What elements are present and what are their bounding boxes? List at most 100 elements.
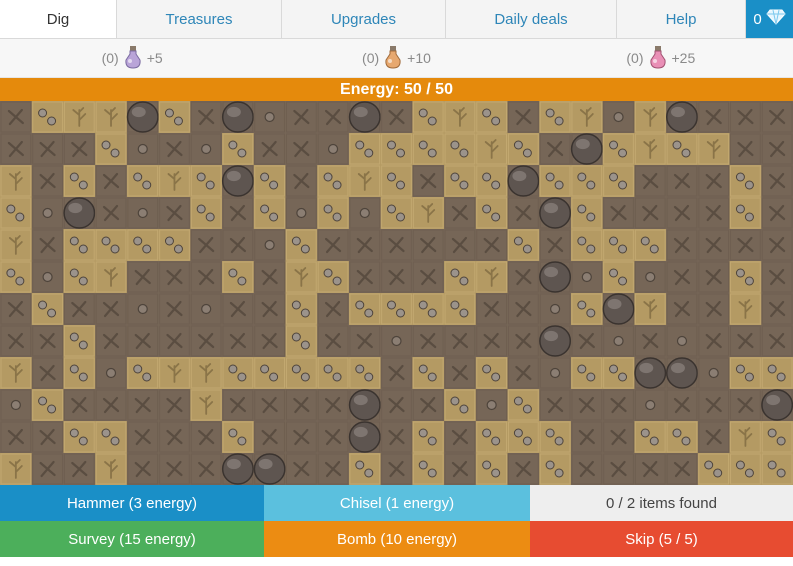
tile-sand-fossil[interactable]: [475, 261, 509, 294]
tile-boulder[interactable]: [539, 261, 572, 294]
tile-dirt-crack[interactable]: [222, 293, 255, 326]
tile-dirt-crack[interactable]: [507, 357, 540, 390]
tile-sand-pebbles[interactable]: [475, 165, 509, 198]
tile-sand-pebbles[interactable]: [444, 389, 477, 422]
tile-sand-fossil[interactable]: [190, 389, 223, 422]
tile-sand-fossil[interactable]: [348, 165, 382, 198]
tile-sand-pebbles[interactable]: [317, 261, 350, 294]
tile-dirt-crack[interactable]: [761, 165, 793, 198]
tile-dirt-crack[interactable]: [158, 421, 191, 454]
tile-dirt-crack[interactable]: [190, 101, 223, 134]
tile-sand-fossil[interactable]: [158, 357, 191, 390]
tile-dirt-pebble[interactable]: [126, 133, 160, 166]
tile-sand-pebbles[interactable]: [63, 229, 96, 262]
tile-dirt-crack[interactable]: [697, 389, 731, 422]
tile-sand-pebbles[interactable]: [570, 165, 604, 198]
tile-sand-fossil[interactable]: [444, 101, 477, 134]
tile-boulder[interactable]: [221, 165, 255, 198]
tile-dirt-crack[interactable]: [285, 165, 318, 198]
tile-dirt-crack[interactable]: [666, 165, 699, 198]
tile-sand-fossil[interactable]: [634, 101, 667, 134]
tile-sand-pebbles[interactable]: [602, 261, 635, 294]
tile-dirt-crack[interactable]: [412, 261, 445, 294]
tile-boulder[interactable]: [348, 421, 382, 454]
tile-dirt-pebble[interactable]: [570, 261, 604, 294]
tile-boulder[interactable]: [221, 101, 255, 134]
tile-sand-pebbles[interactable]: [222, 357, 255, 390]
tile-dirt-crack[interactable]: [666, 389, 699, 422]
tile-dirt-crack[interactable]: [475, 293, 509, 326]
skip-button[interactable]: Skip (5 / 5): [530, 521, 793, 557]
tile-dirt-pebble[interactable]: [126, 197, 160, 230]
tile-dirt-crack[interactable]: [380, 421, 413, 454]
tile-sand-fossil[interactable]: [95, 453, 128, 485]
tile-dirt-crack[interactable]: [412, 325, 445, 358]
tab-daily-deals[interactable]: Daily deals: [446, 0, 617, 38]
tab-help[interactable]: Help: [617, 0, 746, 38]
tile-dirt-crack[interactable]: [31, 453, 64, 485]
tile-boulder[interactable]: [253, 453, 286, 485]
tile-dirt-crack[interactable]: [285, 421, 318, 454]
tile-dirt-crack[interactable]: [190, 453, 223, 485]
tile-dirt-crack[interactable]: [634, 197, 667, 230]
tile-dirt-crack[interactable]: [412, 229, 445, 262]
tile-dirt-crack[interactable]: [380, 453, 413, 485]
tile-sand-pebbles[interactable]: [285, 293, 318, 326]
tile-dirt-pebble[interactable]: [190, 293, 223, 326]
tile-dirt-crack[interactable]: [697, 229, 731, 262]
tile-sand-pebbles[interactable]: [63, 421, 96, 454]
tile-sand-fossil[interactable]: [95, 261, 128, 294]
tile-dirt-pebble[interactable]: [285, 197, 318, 230]
tile-sand-pebbles[interactable]: [253, 165, 286, 198]
tile-dirt-crack[interactable]: [63, 453, 96, 485]
tile-boulder[interactable]: [507, 165, 540, 198]
tile-sand-pebbles[interactable]: [475, 357, 509, 390]
tile-sand-fossil[interactable]: [697, 133, 731, 166]
tile-sand-fossil[interactable]: [63, 101, 96, 134]
tile-sand-pebbles[interactable]: [380, 197, 413, 230]
tile-boulder[interactable]: [666, 357, 699, 390]
tile-dirt-crack[interactable]: [666, 261, 699, 294]
tile-dirt-crack[interactable]: [507, 293, 540, 326]
tile-sand-pebbles[interactable]: [697, 453, 731, 485]
tile-dirt-crack[interactable]: [158, 197, 191, 230]
tile-sand-pebbles[interactable]: [253, 197, 286, 230]
tile-dirt-crack[interactable]: [31, 357, 64, 390]
tile-dirt-crack[interactable]: [222, 325, 255, 358]
tile-sand-pebbles[interactable]: [761, 421, 793, 454]
tile-sand-pebbles[interactable]: [126, 229, 160, 262]
tile-dirt-pebble[interactable]: [602, 325, 635, 358]
tile-dirt-pebble[interactable]: [475, 389, 509, 422]
tile-dirt-crack[interactable]: [126, 261, 160, 294]
tile-dirt-crack[interactable]: [444, 197, 477, 230]
tile-dirt-crack[interactable]: [729, 389, 762, 422]
tile-boulder[interactable]: [348, 389, 382, 422]
tile-dirt-crack[interactable]: [761, 261, 793, 294]
tile-dirt-crack[interactable]: [190, 421, 223, 454]
tile-sand-pebbles[interactable]: [63, 261, 96, 294]
tile-dirt-crack[interactable]: [444, 325, 477, 358]
tile-sand-fossil[interactable]: [158, 165, 191, 198]
tile-dirt-pebble[interactable]: [380, 325, 413, 358]
tile-boulder[interactable]: [761, 389, 793, 422]
tile-sand-pebbles[interactable]: [222, 133, 255, 166]
tile-dirt-crack[interactable]: [507, 325, 540, 358]
tile-dirt-crack[interactable]: [317, 229, 350, 262]
tile-dirt-crack[interactable]: [380, 389, 413, 422]
tile-sand-pebbles[interactable]: [253, 357, 286, 390]
tile-sand-pebbles[interactable]: [602, 133, 635, 166]
tile-dirt-crack[interactable]: [761, 229, 793, 262]
tile-dirt-crack[interactable]: [63, 389, 96, 422]
tile-sand-pebbles[interactable]: [158, 229, 191, 262]
tile-dirt-crack[interactable]: [95, 197, 128, 230]
tile-dirt-pebble[interactable]: [539, 357, 572, 390]
tile-sand-pebbles[interactable]: [317, 357, 350, 390]
tile-dirt-crack[interactable]: [444, 357, 477, 390]
tile-sand-pebbles[interactable]: [539, 421, 572, 454]
tile-sand-pebbles[interactable]: [761, 357, 793, 390]
tile-dirt-crack[interactable]: [761, 197, 793, 230]
tile-dirt-crack[interactable]: [761, 325, 793, 358]
tile-sand-pebbles[interactable]: [348, 133, 382, 166]
tile-dirt-crack[interactable]: [570, 421, 604, 454]
tile-dirt-pebble[interactable]: [0, 389, 33, 422]
